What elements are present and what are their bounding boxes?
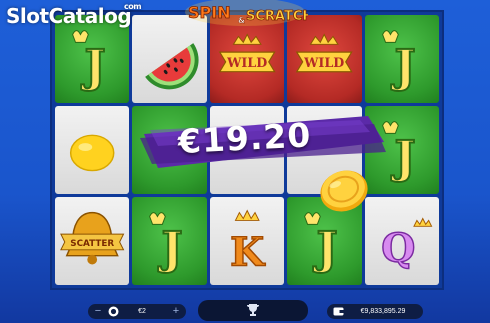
game-logo: SPIN & SCRATCH: [185, 0, 308, 26]
grid-cell-jack[interactable]: J: [55, 15, 130, 103]
trophy-icon: [247, 304, 259, 316]
king-symbol-icon: K: [229, 209, 267, 276]
bet-decrease-button[interactable]: −: [90, 304, 106, 319]
grid-cell-queen[interactable]: Q: [364, 197, 439, 285]
svg-text:SPIN: SPIN: [188, 3, 231, 22]
spin-button[interactable]: [198, 300, 308, 321]
wild-label: WILD: [303, 55, 344, 70]
lemon-icon: [69, 134, 115, 172]
queen-symbol-icon: Q: [380, 217, 432, 272]
gold-coin-icon: [320, 170, 368, 212]
grid-cell-lemon[interactable]: [55, 106, 130, 194]
svg-text:Q: Q: [381, 226, 415, 272]
watermark-tld: com: [124, 2, 142, 11]
scatter-bell-icon: SCATTER: [60, 211, 125, 265]
win-amount: €19.20: [176, 115, 313, 162]
grid-cell-king[interactable]: K: [209, 197, 285, 285]
control-bar: − €2 + €9,833,895.29: [0, 298, 490, 323]
svg-text:SCRATCH: SCRATCH: [246, 9, 308, 24]
jack-symbol-icon: J: [149, 212, 184, 275]
jack-symbol-icon: J: [72, 30, 107, 93]
svg-text:J: J: [80, 40, 105, 93]
scatter-label: SCATTER: [70, 239, 114, 249]
svg-text:J: J: [158, 222, 183, 275]
balance-display: €9,833,895.29: [327, 304, 423, 319]
wallet-icon: [333, 307, 344, 316]
svg-text:J: J: [390, 131, 415, 184]
svg-text:&: &: [238, 16, 245, 25]
grid-cell-jack[interactable]: J: [364, 15, 439, 103]
watermark-text: SlotCatalog: [6, 4, 132, 28]
balance-value: €9,833,895.29: [360, 308, 406, 315]
grid-cell-scatter[interactable]: SCATTER: [55, 197, 130, 285]
grid-cell-jack[interactable]: J: [132, 197, 207, 285]
svg-text:J: J: [390, 40, 415, 93]
svg-text:K: K: [230, 229, 266, 275]
bet-selector: − €2 +: [88, 304, 186, 319]
wild-label: WILD: [226, 55, 267, 70]
jack-symbol-icon: J: [381, 30, 416, 93]
svg-text:J: J: [313, 222, 338, 275]
bet-value: €2: [138, 308, 146, 315]
slotcatalog-watermark: SlotCatalog com: [6, 2, 142, 28]
bet-increase-button[interactable]: +: [168, 304, 184, 319]
chip-icon: [108, 306, 119, 317]
